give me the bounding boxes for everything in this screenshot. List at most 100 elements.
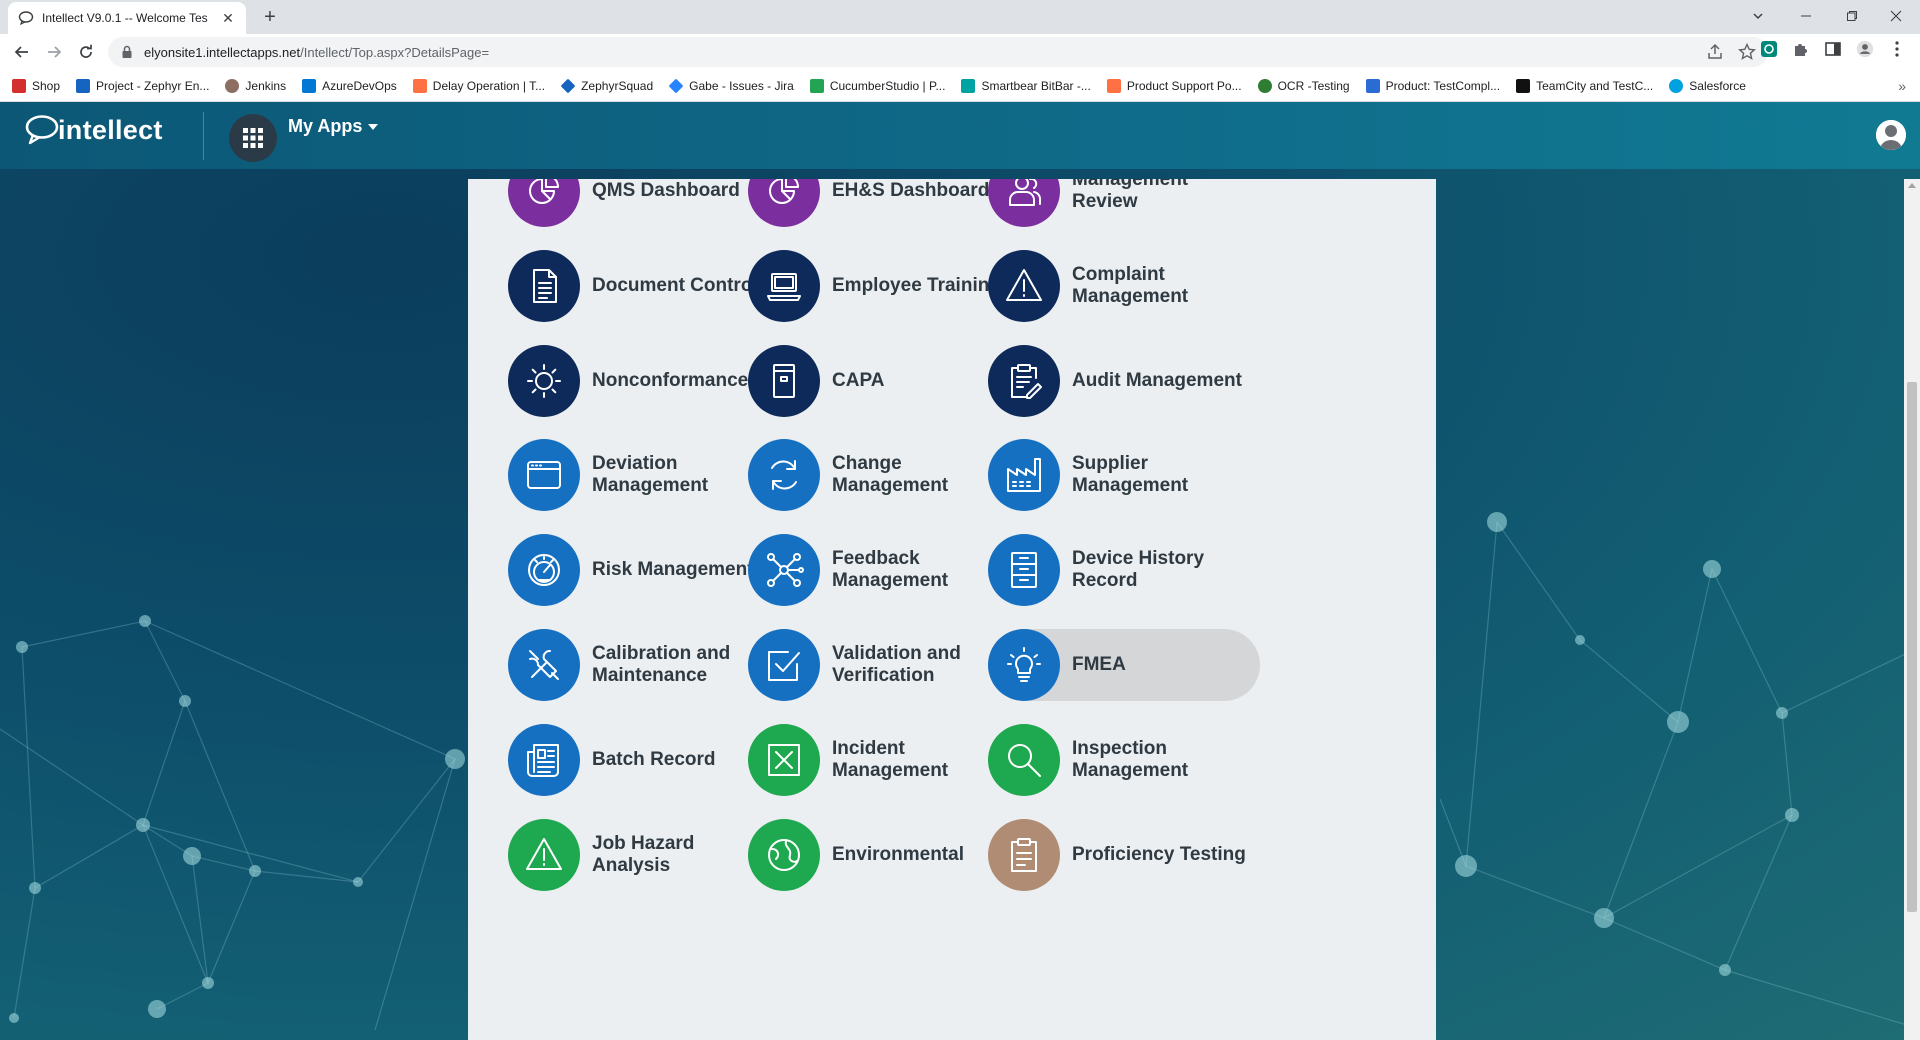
app-tile-audit-management[interactable]: Audit Management [988, 345, 1260, 417]
app-tile-validation-and-verification[interactable]: Validation and Verification [748, 629, 1020, 701]
app-label: Audit Management [1072, 370, 1242, 391]
app-label: Calibration and Maintenance [592, 643, 731, 686]
cucumber-icon [809, 78, 824, 93]
app-label: QMS Dashboard [592, 180, 740, 201]
bookmark-label: TeamCity and TestC... [1536, 78, 1654, 93]
bookmark-item[interactable]: ZephyrSquad [560, 78, 653, 93]
bookmark-item[interactable]: Project - Zephyr En... [76, 78, 209, 93]
magnifier-icon [1008, 744, 1041, 777]
tab-close-icon[interactable]: ✕ [220, 10, 236, 27]
bookmark-item[interactable]: Gabe - Issues - Jira [668, 78, 794, 93]
apps-grid-button[interactable] [229, 114, 277, 162]
share-icon[interactable] [1706, 43, 1724, 61]
network-icon [767, 553, 804, 587]
app-tile-batch-record[interactable]: Batch Record [508, 724, 780, 796]
user-icon [1876, 120, 1906, 150]
app-tile-qms-dashboard[interactable]: QMS Dashboard [508, 179, 780, 227]
app-label: Deviation Management [592, 453, 709, 496]
app-tile-supplier-management[interactable]: Supplier Management [988, 439, 1260, 511]
app-icon-circle [988, 250, 1060, 322]
bookmark-item[interactable]: Product: TestCompl... [1365, 78, 1500, 93]
bookmark-item[interactable]: Smartbear BitBar -... [961, 78, 1091, 93]
app-label: Complaint Management [1072, 264, 1189, 307]
my-apps-dropdown[interactable]: My Apps [288, 116, 379, 137]
browser-tab[interactable]: Intellect V9.0.1 -- Welcome Tes ✕ [8, 2, 246, 34]
document-icon [533, 269, 557, 303]
lock-icon [122, 45, 132, 58]
profile-icon[interactable] [1856, 40, 1874, 58]
address-bar[interactable]: elyonsite1.intellectapps.net/Intellect/T… [108, 37, 1768, 67]
reload-icon[interactable] [74, 40, 98, 64]
app-icon-circle [508, 439, 580, 511]
app-tile-capa[interactable]: CAPA [748, 345, 1020, 417]
tools-icon [529, 650, 559, 680]
bookmark-item[interactable]: AzureDevOps [302, 78, 397, 93]
bookmark-label: Gabe - Issues - Jira [689, 78, 794, 93]
url-host: elyonsite1.intellectapps.net [144, 44, 301, 60]
bookmarks-more-icon[interactable]: » [1898, 78, 1906, 94]
app-tile-document-control[interactable]: Document Control [508, 250, 780, 322]
jira-icon [668, 78, 684, 93]
app-tile-deviation-management[interactable]: Deviation Management [508, 439, 780, 511]
bookmark-item[interactable]: TeamCity and TestC... [1516, 78, 1654, 93]
back-icon[interactable] [10, 40, 34, 64]
browser-tabstrip: Intellect V9.0.1 -- Welcome Tes ✕ + [0, 0, 1920, 34]
factory-icon [1007, 458, 1041, 492]
scrollbar-thumb[interactable] [1907, 382, 1917, 912]
bookmark-item[interactable]: Jenkins [225, 78, 287, 93]
app-tile-calibration-and-maintenance[interactable]: Calibration and Maintenance [508, 629, 780, 701]
app-tile-environmental[interactable]: Environmental [748, 819, 1020, 891]
scroll-up-arrow-icon[interactable] [1908, 183, 1916, 188]
intellect-logo[interactable]: intellect [24, 114, 163, 146]
app-label: Management Review [1072, 179, 1189, 212]
bookmark-item[interactable]: CucumberStudio | P... [809, 78, 945, 93]
bookmark-item[interactable]: Delay Operation | T... [412, 78, 546, 93]
app-tile-device-history-record[interactable]: Device History Record [988, 534, 1260, 606]
bookmark-item[interactable]: Salesforce [1669, 78, 1746, 93]
bookmark-item[interactable]: Shop [12, 78, 60, 93]
bitbar-icon [961, 78, 976, 93]
bookmark-star-icon[interactable] [1738, 43, 1756, 61]
app-icon-circle [508, 819, 580, 891]
minimize-icon[interactable] [1786, 4, 1826, 28]
app-label: Incident Management [832, 738, 949, 781]
user-avatar[interactable] [1876, 120, 1906, 150]
app-tile-complaint-management[interactable]: Complaint Management [988, 250, 1260, 322]
new-tab-button[interactable]: + [258, 6, 282, 30]
app-tile-job-hazard-analysis[interactable]: Job Hazard Analysis [508, 819, 780, 891]
azure-devops-icon [302, 78, 317, 93]
restore-icon[interactable] [1832, 4, 1872, 28]
app-label: Supplier Management [1072, 453, 1189, 496]
clipboard-pen-icon [1011, 364, 1042, 399]
app-tile-feedback-management[interactable]: Feedback Management [748, 534, 1020, 606]
app-tile-change-management[interactable]: Change Management [748, 439, 1020, 511]
extension-icon[interactable] [1760, 40, 1778, 58]
puzzle-icon[interactable] [1792, 40, 1810, 58]
warning-icon [526, 838, 562, 870]
bookmark-item[interactable]: OCR -Testing [1257, 78, 1350, 93]
bookmark-label: Delay Operation | T... [432, 78, 546, 93]
app-tile-employee-training[interactable]: Employee Training [748, 250, 1020, 322]
bookmark-item[interactable]: Product Support Po... [1106, 78, 1242, 93]
app-tile-risk-management[interactable]: Risk Management [508, 534, 780, 606]
browser-menu-icon[interactable] [1888, 40, 1906, 58]
laptop-icon [767, 273, 801, 301]
page-scrollbar[interactable] [1904, 179, 1920, 1040]
side-panel-icon[interactable] [1824, 40, 1842, 58]
app-tile-nonconformance[interactable]: Nonconformance [508, 345, 780, 417]
bookmark-label: Jenkins [245, 78, 287, 93]
app-label: Batch Record [592, 749, 716, 770]
app-tile-management-review[interactable]: Management Review [988, 179, 1260, 227]
close-window-icon[interactable] [1876, 4, 1916, 28]
app-tile-proficiency-testing[interactable]: Proficiency Testing [988, 819, 1260, 891]
zephyr-icon [76, 78, 91, 93]
app-tile-ehs-dashboard[interactable]: EH&S Dashboard [748, 179, 1020, 227]
app-tile-incident-management[interactable]: Incident Management [748, 724, 1020, 796]
ocr-icon [1257, 78, 1272, 93]
app-tile-inspection-management[interactable]: Inspection Management [988, 724, 1260, 796]
tab-search-icon[interactable] [1738, 4, 1778, 28]
support-icon [1106, 78, 1121, 93]
forward-icon[interactable] [42, 40, 66, 64]
testcomplete-icon [1365, 78, 1380, 93]
app-tile-fmea[interactable]: FMEA [988, 629, 1260, 701]
